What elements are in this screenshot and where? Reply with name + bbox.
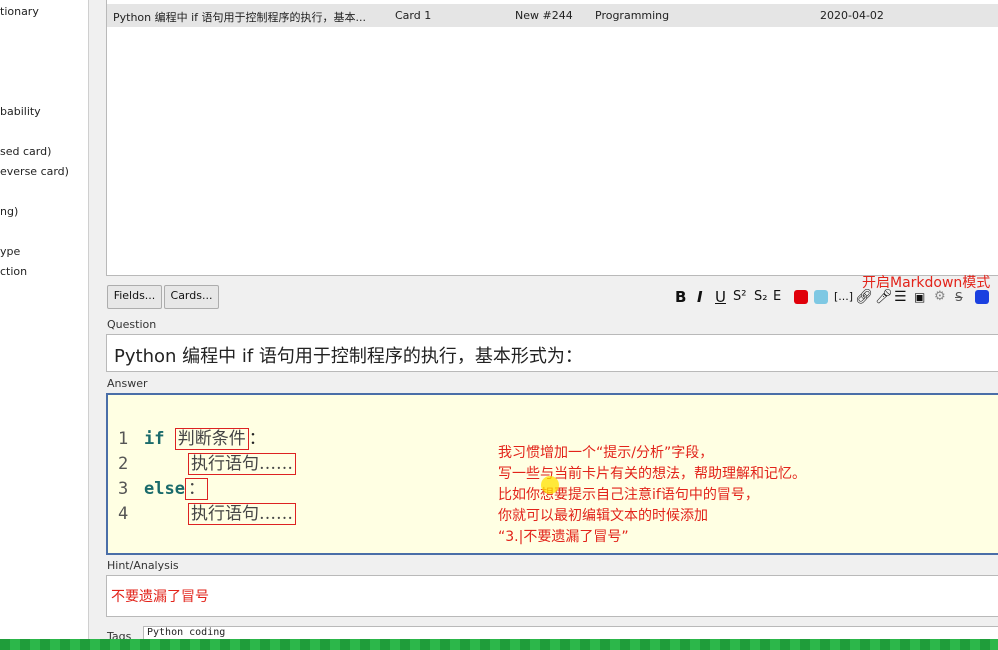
- deck-cell: Programming: [595, 9, 670, 22]
- highlight-color-button[interactable]: [814, 290, 828, 304]
- hint-field[interactable]: 不要遗漏了冒号: [106, 575, 998, 617]
- subscript-button[interactable]: S₂: [754, 286, 767, 308]
- sidebar-item[interactable]: sed card): [0, 145, 51, 158]
- sidebar-item[interactable]: ype: [0, 245, 20, 258]
- settings-icon[interactable]: ⚙: [934, 286, 946, 308]
- sidebar-item[interactable]: tionary: [0, 5, 39, 18]
- sidebar-item[interactable]: everse card): [0, 165, 69, 178]
- bold-button[interactable]: B: [675, 286, 686, 308]
- text-color-button[interactable]: [794, 290, 808, 304]
- hint-text: 不要遗漏了冒号: [111, 589, 209, 605]
- answer-field[interactable]: 1 if 判断条件： 2 执行语句…… 3 else： 4 执行语句…… 我习惯增加一个…: [106, 393, 998, 555]
- card-list: Python 编程中 if 语句用于控制程序的执行，基本... Card 1 N…: [106, 0, 998, 276]
- clear-format-button[interactable]: E: [773, 286, 781, 308]
- fields-button[interactable]: Fields...: [107, 285, 162, 309]
- question-field[interactable]: Python 编程中 if 语句用于控制程序的执行，基本形式为：: [106, 334, 998, 372]
- cloze-button[interactable]: [...]: [834, 286, 853, 308]
- taskbar-strip: [0, 639, 998, 650]
- sidebar-item[interactable]: ng): [0, 205, 18, 218]
- table-row[interactable]: Python 编程中 if 语句用于控制程序的执行，基本... Card 1 N…: [107, 4, 998, 27]
- annotation-line: 比如你想要提示自己注意if语句中的冒号，: [498, 487, 759, 503]
- markdown-toggle-button[interactable]: [975, 290, 989, 304]
- mathjax-icon[interactable]: ▣: [914, 286, 925, 308]
- statement-box: 执行语句……: [188, 453, 296, 475]
- cards-button[interactable]: Cards...: [164, 285, 219, 309]
- superscript-button[interactable]: S²: [733, 286, 746, 308]
- sort-field-cell: Python 编程中 if 语句用于控制程序的执行，基本...: [113, 11, 367, 24]
- code-line: 1 if 判断条件：: [118, 428, 266, 450]
- hint-label: Hint/Analysis: [107, 559, 179, 572]
- code-line: 2 执行语句……: [118, 449, 296, 475]
- question-label: Question: [107, 318, 157, 331]
- due-cell: New #244: [515, 9, 573, 22]
- italic-button[interactable]: I: [697, 286, 703, 308]
- microphone-icon[interactable]: 🎤︎: [875, 286, 893, 308]
- code-line: 3 else：: [118, 474, 208, 500]
- annotation-line: “3.|不要遗漏了冒号”: [498, 529, 629, 545]
- date-cell: 2020-04-02: [820, 9, 884, 22]
- condition-box: 判断条件: [174, 428, 249, 450]
- code-line: 4 执行语句……: [118, 499, 296, 525]
- menu-icon[interactable]: ☰: [894, 286, 907, 308]
- editor-toolbar: B I U S² S₂ E [...] 🔗︎ 🎤︎ ☰ ▣ ⚙ S: [672, 286, 998, 308]
- annotation-line: 我习惯增加一个“提示/分析”字段，: [498, 445, 714, 461]
- colon-box: ：: [184, 478, 208, 500]
- underline-button[interactable]: U: [715, 286, 726, 308]
- answer-label: Answer: [107, 377, 148, 390]
- statement-box: 执行语句……: [188, 503, 296, 525]
- card-cell: Card 1: [395, 9, 432, 22]
- mouse-cursor-highlight: [541, 476, 559, 494]
- strikethrough-button[interactable]: S: [955, 286, 963, 308]
- sidebar-item[interactable]: bability: [0, 105, 41, 118]
- sidebar-item[interactable]: ction: [0, 265, 27, 278]
- question-text: Python 编程中 if 语句用于控制程序的执行，基本形式为：: [114, 346, 583, 367]
- attach-icon[interactable]: 🔗︎: [855, 286, 873, 308]
- deck-sidebar: tionary bability sed card) everse card) …: [0, 0, 89, 640]
- annotation-line: 你就可以最初编辑文本的时候添加: [498, 508, 708, 524]
